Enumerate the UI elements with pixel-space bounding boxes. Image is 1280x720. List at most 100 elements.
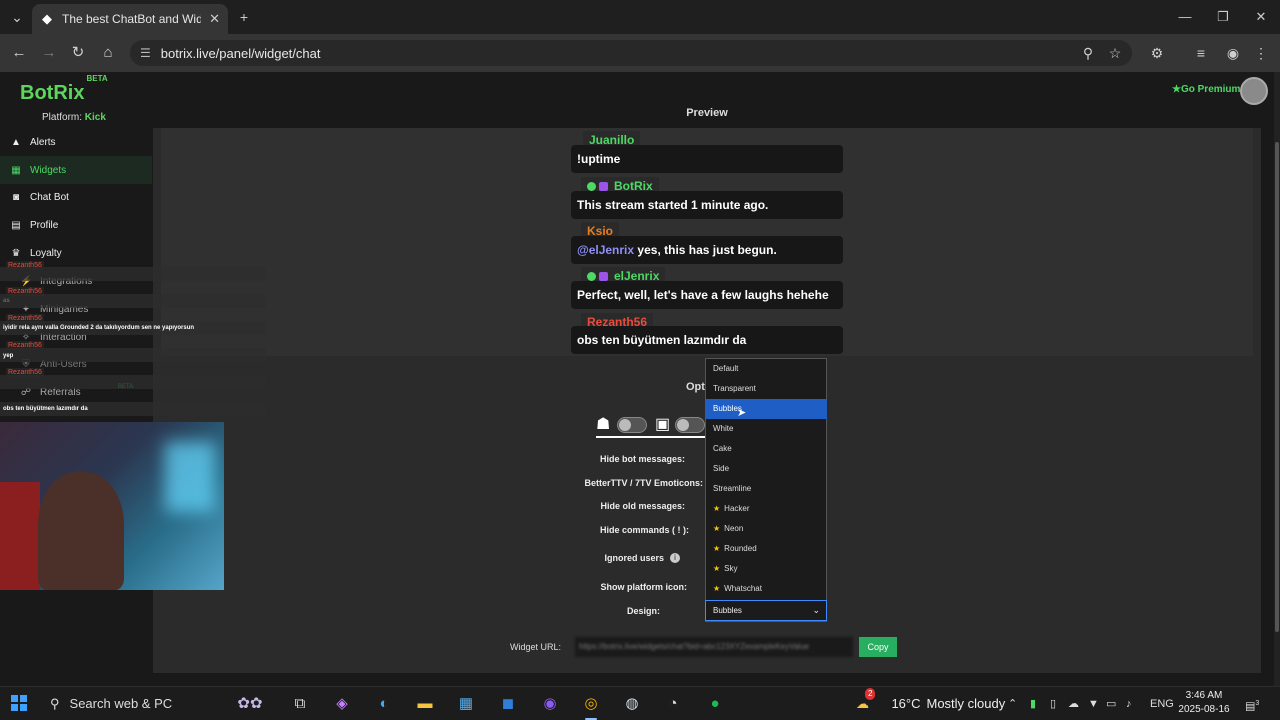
tray-nvidia-icon[interactable]: ▮ <box>1030 692 1036 716</box>
sidebar-item-chat-bot[interactable]: ◙ Chat Bot <box>0 183 152 211</box>
ignored-users-label: Ignored users <box>604 553 664 563</box>
design-option-whatschat[interactable]: ★ Whatschat <box>705 579 827 599</box>
chrome-icon[interactable]: ◎ <box>579 692 603 720</box>
design-option-bubbles[interactable]: Bubbles <box>705 399 827 419</box>
home-icon[interactable]: ⌂ <box>97 42 119 64</box>
profile-icon[interactable]: ◉ <box>1222 42 1244 64</box>
notification-count: 3 <box>1255 700 1260 707</box>
browser-tab[interactable]: ◆ The best ChatBot and Widgets ✕ <box>32 4 228 34</box>
overlay-chat-row <box>0 294 266 308</box>
language-indicator[interactable]: ENG <box>1150 692 1174 716</box>
chat-message: !uptime <box>571 145 843 173</box>
maximize-icon[interactable]: ❐ <box>1208 6 1238 28</box>
forward-arrow-icon[interactable]: → <box>38 42 60 64</box>
close-tab-icon[interactable]: ✕ <box>209 11 220 27</box>
bookmark-star-icon[interactable]: ☆ <box>1104 42 1126 64</box>
edge-icon[interactable]: ◐ <box>372 692 396 716</box>
tray-volume-icon[interactable]: ♪ <box>1126 692 1132 716</box>
kick-toggle[interactable] <box>617 417 647 433</box>
design-option-streamline[interactable]: Streamline <box>705 479 827 499</box>
file-explorer-icon[interactable]: ▬ <box>413 692 437 716</box>
preview-heading: Preview <box>686 107 728 119</box>
design-option-neon[interactable]: ★ Neon <box>705 519 827 539</box>
premium-star-icon: ★ <box>713 504 721 513</box>
overlay-chat-text: iyidir rela aynı valla Grounded 2 da tak… <box>3 325 195 331</box>
more-menu-icon[interactable]: ⋮ <box>1250 42 1272 64</box>
twitch-platform-icon[interactable]: ▣ <box>655 414 670 434</box>
overlay-chat-text: yep <box>3 353 14 359</box>
notification-icon[interactable]: ▤3 <box>1245 692 1259 719</box>
tray-network-icon[interactable]: ▭ <box>1106 692 1116 716</box>
tray-app-icon[interactable]: ▯ <box>1050 692 1056 716</box>
taskbar-clock[interactable]: 3:46 AM 2025-08-16 <box>1176 689 1232 717</box>
tray-mic-icon[interactable]: ▼ <box>1088 692 1099 716</box>
steam-icon[interactable]: ◍ <box>620 692 644 716</box>
design-option-sky[interactable]: ★ Sky <box>705 559 827 579</box>
close-window-icon[interactable]: ✕ <box>1246 6 1276 28</box>
mention: @elJenrix <box>577 243 635 257</box>
widget-url-label: Widget URL: <box>510 642 562 652</box>
tray-overflow-chevron-icon[interactable]: ⌃ <box>1008 692 1017 716</box>
chat-message: Perfect, well, let's have a few laughs h… <box>571 281 843 309</box>
chat-message: @elJenrix yes, this has just begun. <box>571 236 843 264</box>
minimize-icon[interactable]: — <box>1170 6 1200 28</box>
extensions-icon[interactable]: ⚙ <box>1146 42 1168 64</box>
chevron-down-icon: ⌄ <box>812 605 820 615</box>
search-highlight-icon: ✿✿ <box>237 695 263 712</box>
outlook-icon[interactable]: ◼ <box>496 692 520 716</box>
spotify-icon[interactable]: ● <box>703 692 727 716</box>
sidebar-item-profile[interactable]: ▤ Profile <box>0 211 152 239</box>
page-scrollbar[interactable] <box>1274 72 1280 686</box>
tab-title: The best ChatBot and Widgets <box>62 12 202 26</box>
premium-star-icon: ★ <box>713 584 721 593</box>
new-tab-plus-icon[interactable]: + <box>233 6 255 28</box>
trophy-icon: ♛ <box>11 247 21 259</box>
options-heading: Opt <box>686 381 705 393</box>
design-option-side[interactable]: Side <box>705 459 827 479</box>
url-text: botrix.live/panel/widget/chat <box>160 45 321 61</box>
back-arrow-icon[interactable]: ← <box>8 42 30 64</box>
sidebar-item-widgets[interactable]: ▦ Widgets <box>0 156 152 184</box>
kick-platform-icon[interactable]: ☗ <box>596 414 610 434</box>
zoom-icon[interactable]: ⚲ <box>1077 42 1099 64</box>
info-icon[interactable]: i <box>670 553 680 563</box>
widget-url-field[interactable]: https://botrix.live/widgets/chat?bid=abc… <box>575 637 853 657</box>
robot-icon: ◙ <box>12 191 20 203</box>
obs-icon[interactable]: ◔ <box>661 692 685 716</box>
overlay-chat-row <box>0 348 266 362</box>
grid-icon: ▦ <box>11 164 21 176</box>
weather-widget[interactable]: ☁ 2 16°C Mostly cloudy <box>856 688 1005 716</box>
address-bar[interactable]: ☰ botrix.live/panel/widget/chat <box>130 40 1132 66</box>
tray-onedrive-icon[interactable]: ☁ <box>1068 692 1079 716</box>
reload-icon[interactable]: ↻ <box>67 42 89 64</box>
copy-button[interactable]: Copy <box>859 637 897 657</box>
verified-badge-icon <box>587 271 596 281</box>
botrix-logo[interactable]: BotRixBETA <box>20 74 108 105</box>
design-option-rounded[interactable]: ★ Rounded <box>705 539 827 559</box>
mod-badge-icon <box>599 271 608 281</box>
design-option-default[interactable]: Default <box>705 359 827 379</box>
site-settings-icon[interactable]: ☰ <box>140 46 151 60</box>
warning-icon: ▲ <box>11 136 21 148</box>
task-view-icon[interactable]: ⧉ <box>288 692 312 716</box>
sidebar-item-alerts[interactable]: ▲ Alerts <box>0 128 152 156</box>
discord-icon[interactable]: ◉ <box>538 692 562 716</box>
premium-star-icon: ★ <box>713 564 721 573</box>
design-option-hacker[interactable]: ★ Hacker <box>705 499 827 519</box>
store-icon[interactable]: ▦ <box>454 692 478 716</box>
design-option-cake[interactable]: Cake <box>705 439 827 459</box>
tab-list-chevron-icon[interactable]: ⌄ <box>6 6 28 28</box>
copilot-icon[interactable]: ◈ <box>330 692 354 716</box>
media-controls-icon[interactable]: ≡ <box>1190 42 1212 64</box>
mouse-cursor-icon: ➤ <box>737 407 747 419</box>
hide-old-messages-label: Hide old messages: <box>600 501 685 511</box>
user-avatar[interactable] <box>1240 77 1268 105</box>
search-icon: ⚲ <box>50 696 60 711</box>
design-option-white[interactable]: White <box>705 419 827 439</box>
go-premium-link[interactable]: ★Go Premium <box>1172 84 1240 95</box>
emoticons-label: BetterTTV / 7TV Emoticons: <box>584 478 703 488</box>
windows-start-icon[interactable] <box>11 695 27 711</box>
design-option-transparent[interactable]: Transparent <box>705 379 827 399</box>
twitch-toggle[interactable] <box>675 417 705 433</box>
design-select[interactable]: Bubbles ⌄ <box>705 600 827 621</box>
